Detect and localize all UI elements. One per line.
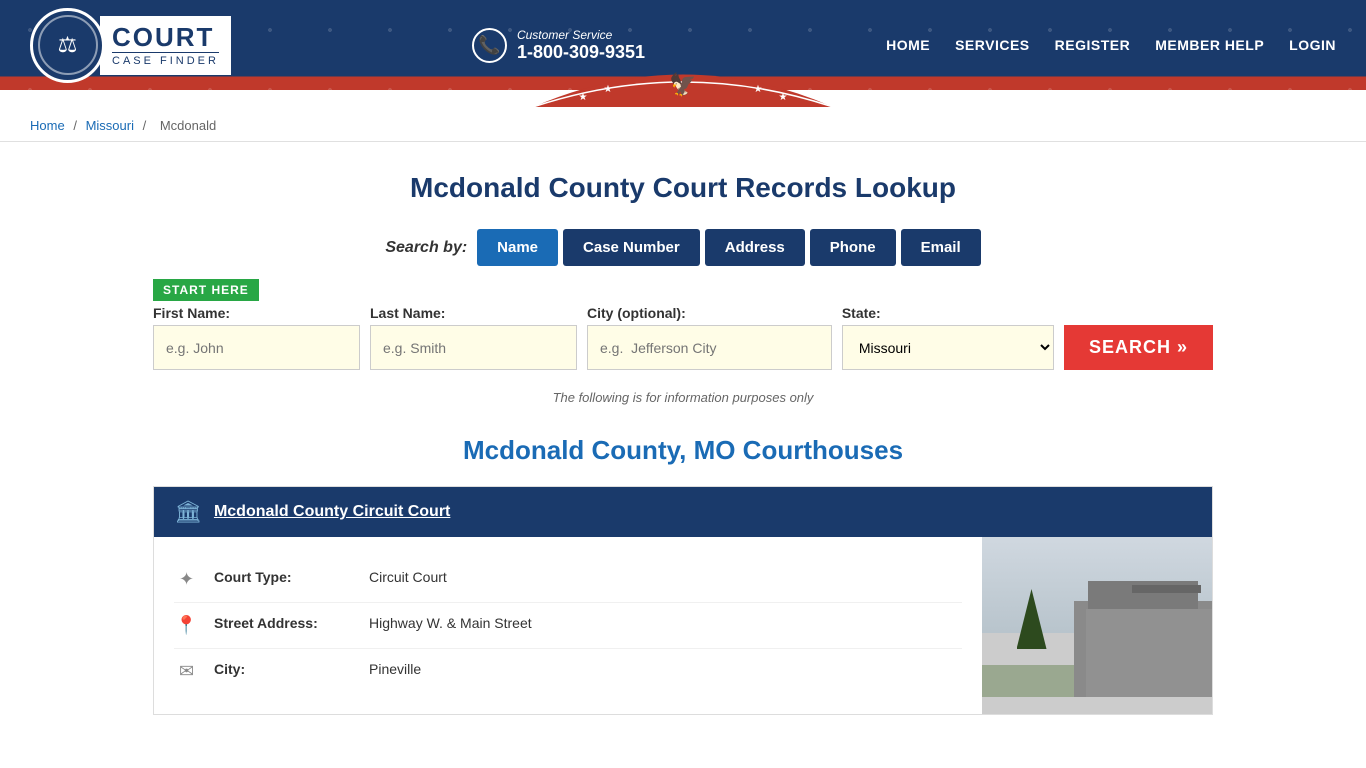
tab-case-number[interactable]: Case Number bbox=[563, 229, 700, 266]
courthouses-title: Mcdonald County, MO Courthouses bbox=[153, 435, 1213, 466]
courthouse-details: ✦ Court Type: Circuit Court 📍 Street Add… bbox=[154, 537, 982, 714]
courthouse-card: 🏛 Mcdonald County Circuit Court ✦ Court … bbox=[153, 486, 1213, 715]
breadcrumb: Home / Missouri / Mcdonald bbox=[0, 110, 1366, 142]
city-value: Pineville bbox=[369, 661, 421, 677]
city-icon: ✉ bbox=[174, 661, 199, 682]
start-here-area: START HERE bbox=[153, 281, 1213, 297]
logo-icon: ⚖ bbox=[38, 15, 98, 75]
city-label: City: bbox=[214, 661, 354, 677]
site-header: ⚖ COURT CASE FINDER 📞 Customer Service 1… bbox=[0, 0, 1366, 90]
tab-name[interactable]: Name bbox=[477, 229, 558, 266]
court-type-row: ✦ Court Type: Circuit Court bbox=[174, 557, 962, 603]
courthouse-name-link[interactable]: Mcdonald County Circuit Court bbox=[214, 503, 450, 521]
start-here-badge: START HERE bbox=[153, 279, 259, 301]
state-group: State: Missouri AlabamaAlaskaArizona Ark… bbox=[842, 305, 1054, 370]
cs-label: Customer Service bbox=[517, 28, 645, 42]
search-by-row: Search by: Name Case Number Address Phon… bbox=[153, 229, 1213, 266]
phone-icon: 📞 bbox=[472, 28, 507, 63]
header-wave: ★ ★ ★ ★ 🦅 bbox=[533, 52, 833, 110]
nav-member-help[interactable]: MEMBER HELP bbox=[1155, 37, 1264, 53]
search-by-label: Search by: bbox=[385, 239, 467, 257]
img-roof bbox=[1132, 585, 1201, 593]
last-name-input[interactable] bbox=[370, 325, 577, 370]
logo-area: ⚖ COURT CASE FINDER bbox=[30, 8, 231, 83]
court-type-value: Circuit Court bbox=[369, 569, 447, 585]
city-row: ✉ City: Pineville bbox=[174, 649, 962, 694]
courthouse-icon: 🏛 bbox=[174, 499, 202, 525]
logo-circle: ⚖ bbox=[30, 8, 105, 83]
main-content: Mcdonald County Court Records Lookup Sea… bbox=[133, 142, 1233, 765]
img-building-2 bbox=[1086, 609, 1213, 697]
breadcrumb-home[interactable]: Home bbox=[30, 118, 65, 133]
tab-email[interactable]: Email bbox=[901, 229, 981, 266]
nav-login[interactable]: LOGIN bbox=[1289, 37, 1336, 53]
breadcrumb-county: Mcdonald bbox=[160, 118, 216, 133]
img-simulation bbox=[982, 537, 1212, 697]
address-row: 📍 Street Address: Highway W. & Main Stre… bbox=[174, 603, 962, 649]
city-label: City (optional): bbox=[587, 305, 832, 321]
courthouse-image bbox=[982, 537, 1212, 714]
city-input[interactable] bbox=[587, 325, 832, 370]
svg-text:★: ★ bbox=[754, 84, 763, 95]
last-name-label: Last Name: bbox=[370, 305, 577, 321]
courthouse-header: 🏛 Mcdonald County Circuit Court bbox=[154, 487, 1212, 537]
address-label: Street Address: bbox=[214, 615, 354, 631]
court-type-label: Court Type: bbox=[214, 569, 354, 585]
form-row: First Name: Last Name: City (optional): … bbox=[153, 305, 1213, 370]
last-name-group: Last Name: bbox=[370, 305, 577, 370]
state-label: State: bbox=[842, 305, 1054, 321]
first-name-label: First Name: bbox=[153, 305, 360, 321]
breadcrumb-state[interactable]: Missouri bbox=[86, 118, 134, 133]
city-group: City (optional): bbox=[587, 305, 832, 370]
address-icon: 📍 bbox=[174, 615, 199, 636]
state-select[interactable]: Missouri AlabamaAlaskaArizona ArkansasCa… bbox=[842, 325, 1054, 370]
tab-phone[interactable]: Phone bbox=[810, 229, 896, 266]
wave-svg: ★ ★ ★ ★ 🦅 bbox=[533, 52, 833, 107]
breadcrumb-sep2: / bbox=[143, 118, 147, 133]
svg-text:🦅: 🦅 bbox=[669, 71, 696, 97]
main-nav: HOME SERVICES REGISTER MEMBER HELP LOGIN bbox=[886, 37, 1336, 53]
svg-text:★: ★ bbox=[779, 92, 788, 103]
court-type-icon: ✦ bbox=[174, 569, 199, 590]
svg-text:★: ★ bbox=[604, 84, 613, 95]
logo-case-finder-text: CASE FINDER bbox=[112, 52, 219, 67]
search-section: Search by: Name Case Number Address Phon… bbox=[153, 229, 1213, 370]
search-button[interactable]: SEARCH » bbox=[1064, 325, 1213, 370]
page-title: Mcdonald County Court Records Lookup bbox=[153, 172, 1213, 204]
tab-address[interactable]: Address bbox=[705, 229, 805, 266]
nav-home[interactable]: HOME bbox=[886, 37, 930, 53]
svg-text:★: ★ bbox=[579, 92, 588, 103]
first-name-group: First Name: bbox=[153, 305, 360, 370]
info-note: The following is for information purpose… bbox=[153, 390, 1213, 405]
address-value: Highway W. & Main Street bbox=[369, 615, 532, 631]
nav-register[interactable]: REGISTER bbox=[1055, 37, 1131, 53]
nav-services[interactable]: SERVICES bbox=[955, 37, 1030, 53]
first-name-input[interactable] bbox=[153, 325, 360, 370]
courthouse-body: ✦ Court Type: Circuit Court 📍 Street Add… bbox=[154, 537, 1212, 714]
breadcrumb-sep1: / bbox=[73, 118, 77, 133]
logo-court-text: COURT bbox=[112, 24, 219, 50]
logo-text: COURT CASE FINDER bbox=[100, 16, 231, 75]
